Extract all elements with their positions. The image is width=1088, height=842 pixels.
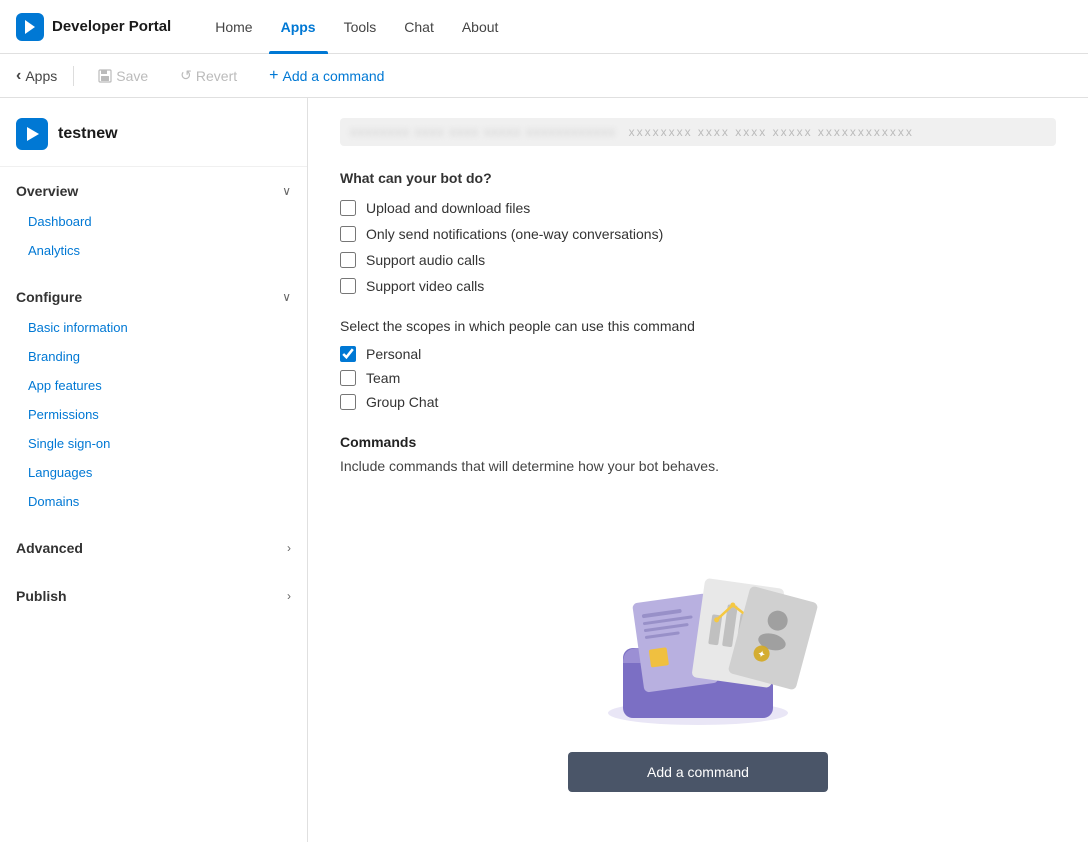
overview-section-header[interactable]: Overview ∨ — [0, 175, 307, 207]
sidebar-section-overview: Overview ∨ Dashboard Analytics — [0, 167, 307, 273]
save-icon — [98, 68, 112, 84]
content-inner: xxxxxxxx xxxx xxxx xxxxx xxxxxxxxxxxx Wh… — [308, 98, 1088, 842]
nav-tools[interactable]: Tools — [332, 0, 389, 54]
sidebar-item-languages[interactable]: Languages — [0, 458, 307, 487]
sidebar-item-branding[interactable]: Branding — [0, 342, 307, 371]
commands-desc: Include commands that will determine how… — [340, 458, 1056, 474]
sidebar-item-domains[interactable]: Domains — [0, 487, 307, 516]
capability-notifications[interactable]: Only send notifications (one-way convers… — [340, 226, 1056, 242]
blurred-text: xxxxxxxx xxxx xxxx xxxxx xxxxxxxxxxxx — [350, 124, 616, 139]
sidebar-section-configure: Configure ∨ Basic information Branding A… — [0, 273, 307, 524]
overview-items: Dashboard Analytics — [0, 207, 307, 265]
capability-audio-checkbox[interactable] — [340, 252, 356, 268]
scopes-group: Personal Team Group Chat — [340, 346, 1056, 410]
capability-video-checkbox[interactable] — [340, 278, 356, 294]
scope-group-chat-checkbox[interactable] — [340, 394, 356, 410]
advanced-section-header[interactable]: Advanced › — [0, 532, 307, 564]
save-button[interactable]: Save — [90, 64, 156, 88]
overview-chevron: ∨ — [282, 184, 291, 198]
sidebar-section-publish: Publish › — [0, 572, 307, 620]
save-label: Save — [116, 68, 148, 84]
revert-label: Revert — [196, 68, 237, 84]
brand-name: Developer Portal — [52, 18, 171, 35]
revert-icon: ↺ — [180, 67, 192, 84]
publish-chevron: › — [287, 589, 291, 603]
app-icon — [16, 118, 48, 150]
publish-title: Publish — [16, 588, 67, 604]
main-content: xxxxxxxx xxxx xxxx xxxxx xxxxxxxxxxxx Wh… — [308, 98, 1088, 842]
configure-title: Configure — [16, 289, 82, 305]
plus-icon: + — [269, 67, 278, 85]
illustration-container: ✦ Add a command — [340, 498, 1056, 792]
add-command-cta-button[interactable]: Add a command — [568, 752, 828, 792]
overview-title: Overview — [16, 183, 78, 199]
sidebar: testnew Overview ∨ Dashboard Analytics C… — [0, 98, 308, 842]
brand-icon — [16, 13, 44, 41]
nav-chat[interactable]: Chat — [392, 0, 446, 54]
capability-notifications-checkbox[interactable] — [340, 226, 356, 242]
brand: Developer Portal — [16, 13, 171, 41]
scope-group-chat[interactable]: Group Chat — [340, 394, 1056, 410]
advanced-title: Advanced — [16, 540, 83, 556]
commands-section: Commands Include commands that will dete… — [340, 434, 1056, 474]
sidebar-item-basic-information[interactable]: Basic information — [0, 313, 307, 342]
capability-video[interactable]: Support video calls — [340, 278, 1056, 294]
bot-capabilities-group: Upload and download files Only send noti… — [340, 200, 1056, 294]
bot-capabilities-question: What can your bot do? — [340, 170, 1056, 186]
sidebar-section-advanced: Advanced › — [0, 524, 307, 572]
scopes-label: Select the scopes in which people can us… — [340, 318, 1056, 334]
publish-section-header[interactable]: Publish › — [0, 580, 307, 612]
add-command-button[interactable]: + Add a command — [261, 63, 392, 89]
breadcrumb-apps-label: Apps — [25, 68, 57, 84]
scope-personal[interactable]: Personal — [340, 346, 1056, 362]
capability-upload-checkbox[interactable] — [340, 200, 356, 216]
top-nav: Developer Portal Home Apps Tools Chat Ab… — [0, 0, 1088, 54]
blurred-text-bar: xxxxxxxx xxxx xxxx xxxxx xxxxxxxxxxxx — [340, 118, 1056, 146]
capability-upload-download[interactable]: Upload and download files — [340, 200, 1056, 216]
sidebar-item-permissions[interactable]: Permissions — [0, 400, 307, 429]
configure-chevron: ∨ — [282, 290, 291, 304]
sidebar-item-sso[interactable]: Single sign-on — [0, 429, 307, 458]
advanced-chevron: › — [287, 541, 291, 555]
configure-items: Basic information Branding App features … — [0, 313, 307, 516]
commands-title: Commands — [340, 434, 1056, 450]
nav-home[interactable]: Home — [203, 0, 264, 54]
breadcrumb-back[interactable]: ‹ Apps — [16, 67, 57, 85]
scope-team-checkbox[interactable] — [340, 370, 356, 386]
empty-state-illustration: ✦ — [568, 538, 828, 728]
add-command-label: Add a command — [282, 68, 384, 84]
app-header: testnew — [0, 98, 307, 167]
sidebar-item-dashboard[interactable]: Dashboard — [0, 207, 307, 236]
nav-about[interactable]: About — [450, 0, 511, 54]
scope-team[interactable]: Team — [340, 370, 1056, 386]
app-name: testnew — [58, 125, 118, 143]
main-layout: testnew Overview ∨ Dashboard Analytics C… — [0, 98, 1088, 842]
sidebar-item-app-features[interactable]: App features — [0, 371, 307, 400]
revert-button[interactable]: ↺ Revert — [172, 63, 245, 88]
configure-section-header[interactable]: Configure ∨ — [0, 281, 307, 313]
capability-audio[interactable]: Support audio calls — [340, 252, 1056, 268]
breadcrumb-divider — [73, 66, 74, 86]
nav-apps[interactable]: Apps — [269, 0, 328, 54]
sidebar-item-analytics[interactable]: Analytics — [0, 236, 307, 265]
scope-personal-checkbox[interactable] — [340, 346, 356, 362]
breadcrumb-bar: ‹ Apps Save ↺ Revert + Add a command — [0, 54, 1088, 98]
chevron-left-icon: ‹ — [16, 67, 21, 85]
main-nav: Home Apps Tools Chat About — [203, 0, 510, 54]
